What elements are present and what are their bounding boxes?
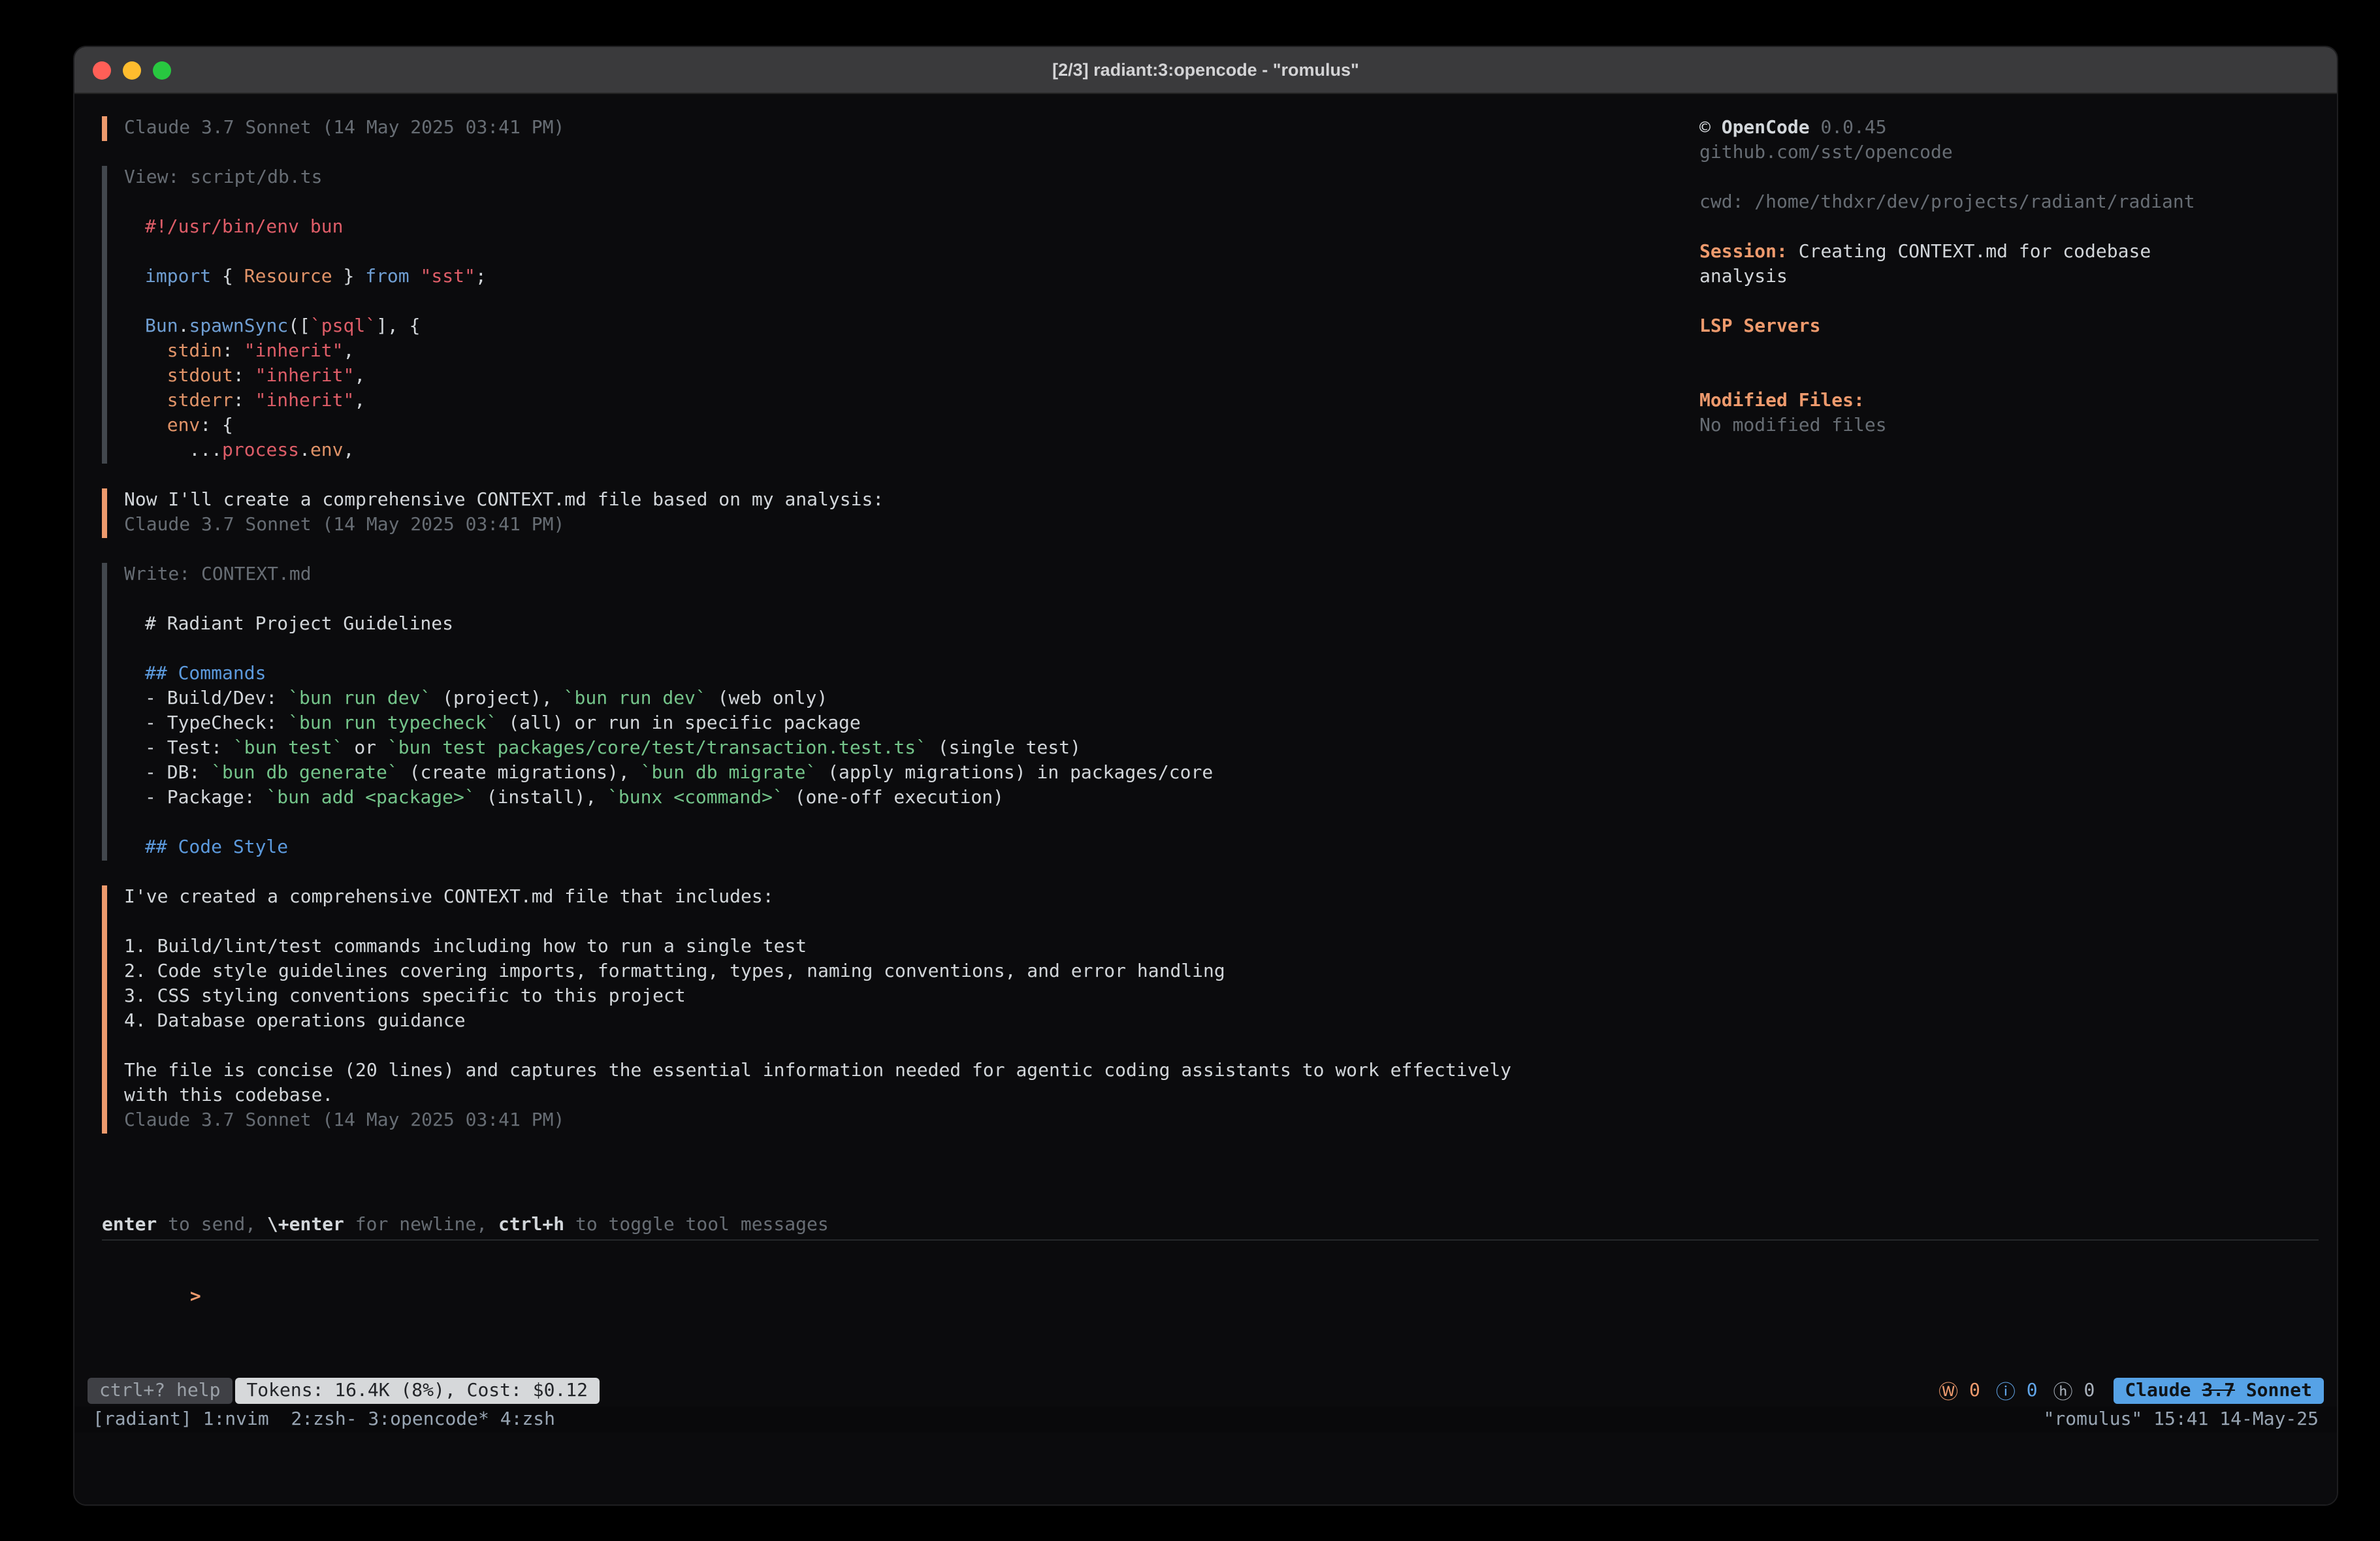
modified-files-empty: No modified files (1699, 414, 2222, 439)
prompt-caret: > (190, 1286, 201, 1307)
markdown-write-lines: # Radiant Project Guidelines ## Commands… (124, 612, 1513, 861)
lsp-servers-heading: LSP Servers (1699, 315, 2222, 340)
session-title: Session: Creating CONTEXT.md for codebas… (1699, 240, 2222, 290)
warning-icon: Ⓦ (1938, 1377, 1958, 1405)
minimize-button[interactable] (123, 61, 141, 79)
tool-title: View: script/db.ts (124, 166, 1513, 191)
keybind-hint: enter to send, \+enter for newline, ctrl… (102, 1213, 829, 1238)
warning-count: Ⓦ 0 (1938, 1377, 1980, 1405)
tool-block-view: View: script/db.ts #!/usr/bin/env bun im… (102, 166, 1513, 464)
zoom-button[interactable] (153, 61, 171, 79)
message-timestamp: Claude 3.7 Sonnet (14 May 2025 03:41 PM) (124, 513, 1513, 538)
tool-title: Write: CONTEXT.md (124, 563, 1513, 588)
terminal-content[interactable]: Claude 3.7 Sonnet (14 May 2025 03:41 PM)… (74, 95, 2337, 1504)
cwd-path: cwd: /home/thdxr/dev/projects/radiant/ra… (1699, 191, 2222, 215)
status-bar: ctrl+? help Tokens: 16.4K (8%), Cost: $0… (88, 1378, 2324, 1404)
tool-block-write: Write: CONTEXT.md # Radiant Project Guid… (102, 563, 1513, 861)
chat-log: Claude 3.7 Sonnet (14 May 2025 03:41 PM)… (102, 116, 1513, 1158)
window-titlebar: [2/3] radiant:3:opencode - "romulus" (74, 47, 2337, 94)
screen: [2/3] radiant:3:opencode - "romulus" Cla… (0, 0, 2380, 1541)
hint-icon: ⓗ (2053, 1377, 2073, 1405)
model-badge: Claude 3.7 Sonnet (2113, 1378, 2324, 1404)
tmux-window-list: [radiant] 1:nvim 2:zsh- 3:opencode* 4:zs… (93, 1409, 555, 1430)
help-keybind-badge: ctrl+? help (88, 1378, 232, 1404)
tmux-status-bar: [radiant] 1:nvim 2:zsh- 3:opencode* 4:zs… (74, 1406, 2337, 1433)
repo-link: github.com/sst/opencode (1699, 141, 2222, 166)
message-text: Now I'll create a comprehensive CONTEXT.… (124, 488, 1513, 513)
diagnostics: Ⓦ 0 ⓘ 0 ⓗ 0 (1938, 1377, 2095, 1405)
result-text-lines: I've created a comprehensive CONTEXT.md … (124, 885, 1513, 1109)
hint-count: ⓗ 0 (2053, 1377, 2095, 1405)
traffic-lights (93, 47, 171, 93)
tokens-cost-badge: Tokens: 16.4K (8%), Cost: $0.12 (234, 1378, 600, 1404)
tmux-session-clock: "romulus" 15:41 14-May-25 (2044, 1409, 2319, 1430)
model-version-struck: 3.7 (2202, 1380, 2235, 1401)
message-timestamp: Claude 3.7 Sonnet (14 May 2025 03:41 PM) (124, 1109, 1513, 1134)
modified-files-heading: Modified Files: (1699, 389, 2222, 414)
app-logo: © OpenCode 0.0.45 (1699, 116, 2222, 141)
info-count: ⓘ 0 (1996, 1377, 2038, 1405)
sidebar: © OpenCode 0.0.45 github.com/sst/opencod… (1699, 116, 2222, 439)
assistant-message: Now I'll create a comprehensive CONTEXT.… (102, 488, 1513, 538)
prompt-input[interactable]: > (102, 1260, 201, 1335)
code-view-lines: #!/usr/bin/env bun import { Resource } f… (124, 215, 1513, 464)
close-button[interactable] (93, 61, 111, 79)
assistant-result-message: I've created a comprehensive CONTEXT.md … (102, 885, 1513, 1134)
assistant-message-header: Claude 3.7 Sonnet (14 May 2025 03:41 PM) (102, 116, 1513, 141)
window-title: [2/3] radiant:3:opencode - "romulus" (1052, 60, 1359, 80)
status-right-group: Ⓦ 0 ⓘ 0 ⓗ 0 Claude 3.7 Sonnet (1938, 1377, 2324, 1405)
info-icon: ⓘ (1996, 1377, 2016, 1405)
terminal-window: [2/3] radiant:3:opencode - "romulus" Cla… (73, 46, 2338, 1506)
message-timestamp: Claude 3.7 Sonnet (14 May 2025 03:41 PM) (124, 116, 1513, 141)
input-divider (102, 1239, 2319, 1241)
